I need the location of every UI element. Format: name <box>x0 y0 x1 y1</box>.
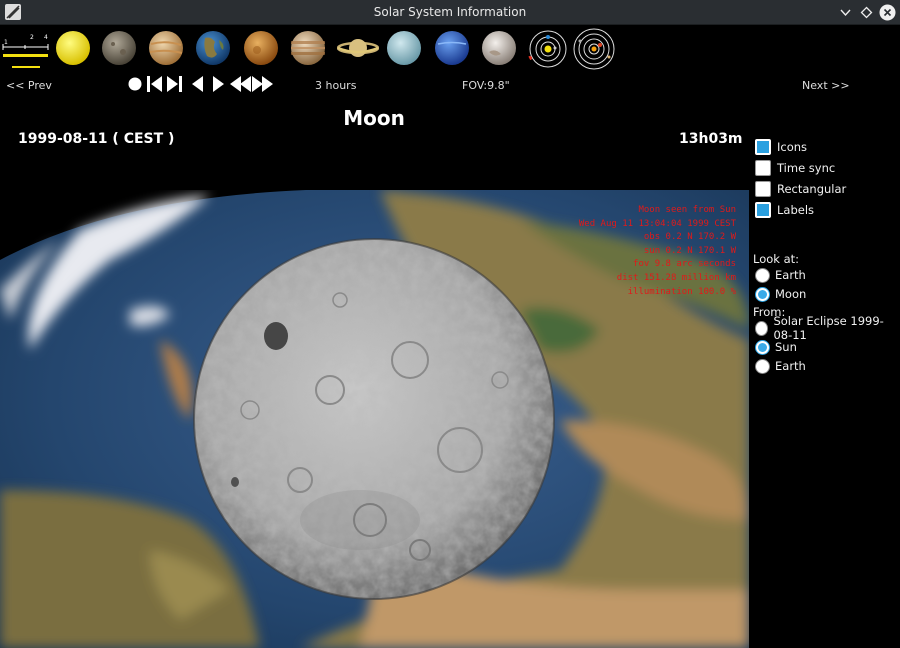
space-viewport[interactable]: Moon seen from Sun Wed Aug 11 13:04:04 1… <box>0 190 749 648</box>
overlay-line: fov 9.8 arc seconds <box>633 259 736 270</box>
from-sun-radio[interactable] <box>755 339 770 355</box>
playback-controls <box>128 76 273 92</box>
from-eclipse-radio[interactable] <box>755 320 769 336</box>
inner-orbits-icon[interactable] <box>527 28 569 70</box>
play-icon[interactable] <box>213 76 224 92</box>
icons-checkbox-row[interactable]: Icons <box>755 138 807 156</box>
overlay-line: obs 0.2 N 170.2 W <box>643 232 736 243</box>
look-at-earth-label: Earth <box>775 268 806 282</box>
from-earth-radio[interactable] <box>755 358 770 374</box>
scale-tick-label: 4 <box>44 34 48 41</box>
prev-button[interactable]: << Prev <box>6 79 52 92</box>
from-earth-row[interactable]: Earth <box>755 357 806 375</box>
close-icon[interactable] <box>879 4 896 21</box>
outer-orbits-icon[interactable] <box>572 27 616 71</box>
mars-icon[interactable] <box>243 30 279 66</box>
look-at-moon-radio[interactable] <box>755 286 770 302</box>
pluto-icon[interactable] <box>481 30 517 66</box>
labels-checkbox[interactable] <box>755 202 771 218</box>
maximize-icon[interactable] <box>858 4 875 21</box>
overlay-line: sun 0.2 N 170.1 W <box>643 245 736 256</box>
time-step-value[interactable]: 3 hours <box>315 79 356 92</box>
observation-info-overlay: Moon seen from Sun Wed Aug 11 13:04:04 1… <box>579 204 736 299</box>
skip-end-icon[interactable] <box>167 76 182 92</box>
look-at-earth-row[interactable]: Earth <box>755 266 806 284</box>
time-display: 13h03m <box>679 131 743 147</box>
from-earth-label: Earth <box>775 359 806 373</box>
from-sun-label: Sun <box>775 340 797 354</box>
time-sync-checkbox-label: Time sync <box>777 161 836 175</box>
date-display: 1999-08-11 ( CEST ) <box>18 131 175 147</box>
look-at-moon-label: Moon <box>775 287 807 301</box>
scale-tick-label: 1 <box>4 39 8 46</box>
planet-toolbar: 2 4 1 <box>0 26 900 72</box>
labels-checkbox-label: Labels <box>777 203 815 217</box>
venus-icon[interactable] <box>148 30 184 66</box>
jupiter-icon[interactable] <box>290 30 326 66</box>
earth-icon[interactable] <box>195 30 231 66</box>
icons-checkbox[interactable] <box>755 139 771 155</box>
skip-start-icon[interactable] <box>147 76 162 92</box>
look-at-earth-radio[interactable] <box>755 267 770 283</box>
saturn-icon[interactable] <box>337 30 379 66</box>
mercury-icon[interactable] <box>101 30 137 66</box>
overlay-line: Wed Aug 11 13:04:04 1999 CEST <box>578 218 736 229</box>
zoom-scale-widget[interactable]: 2 4 1 <box>2 30 50 70</box>
look-at-label: Look at: <box>753 252 800 266</box>
pause-icon[interactable] <box>128 77 142 91</box>
sun-icon[interactable] <box>55 30 91 66</box>
uranus-icon[interactable] <box>386 30 422 66</box>
fast-forward-icon[interactable] <box>252 76 273 92</box>
rectangular-checkbox-label: Rectangular <box>777 182 847 196</box>
rectangular-checkbox[interactable] <box>755 181 771 197</box>
step-back-icon[interactable] <box>192 76 203 92</box>
time-sync-checkbox-row[interactable]: Time sync <box>755 159 835 177</box>
fov-value: FOV:9.8" <box>462 79 510 92</box>
overlay-line: dist 151.28 million km <box>616 272 736 283</box>
navigation-bar: << Prev 3 hours FOV:9.8" Next >> <box>0 74 900 96</box>
overlay-line: illumination 100.0 % <box>627 286 736 297</box>
minimize-icon[interactable] <box>837 4 854 21</box>
rewind-icon[interactable] <box>230 76 251 92</box>
neptune-icon[interactable] <box>434 30 470 66</box>
icons-checkbox-label: Icons <box>777 140 808 154</box>
window-title: Solar System Information <box>373 5 527 19</box>
next-button[interactable]: Next >> <box>802 79 850 92</box>
labels-checkbox-row[interactable]: Labels <box>755 201 814 219</box>
time-sync-checkbox[interactable] <box>755 160 771 176</box>
from-sun-row[interactable]: Sun <box>755 338 797 356</box>
rectangular-checkbox-row[interactable]: Rectangular <box>755 180 846 198</box>
overlay-line: Moon seen from Sun <box>638 205 736 215</box>
body-title: Moon <box>343 106 405 130</box>
from-eclipse-row[interactable]: Solar Eclipse 1999-08-11 <box>755 314 900 342</box>
look-at-moon-row[interactable]: Moon <box>755 285 806 303</box>
scale-tick-label: 2 <box>30 34 34 41</box>
moon-globe <box>193 238 555 600</box>
window-titlebar: Solar System Information <box>0 0 900 25</box>
